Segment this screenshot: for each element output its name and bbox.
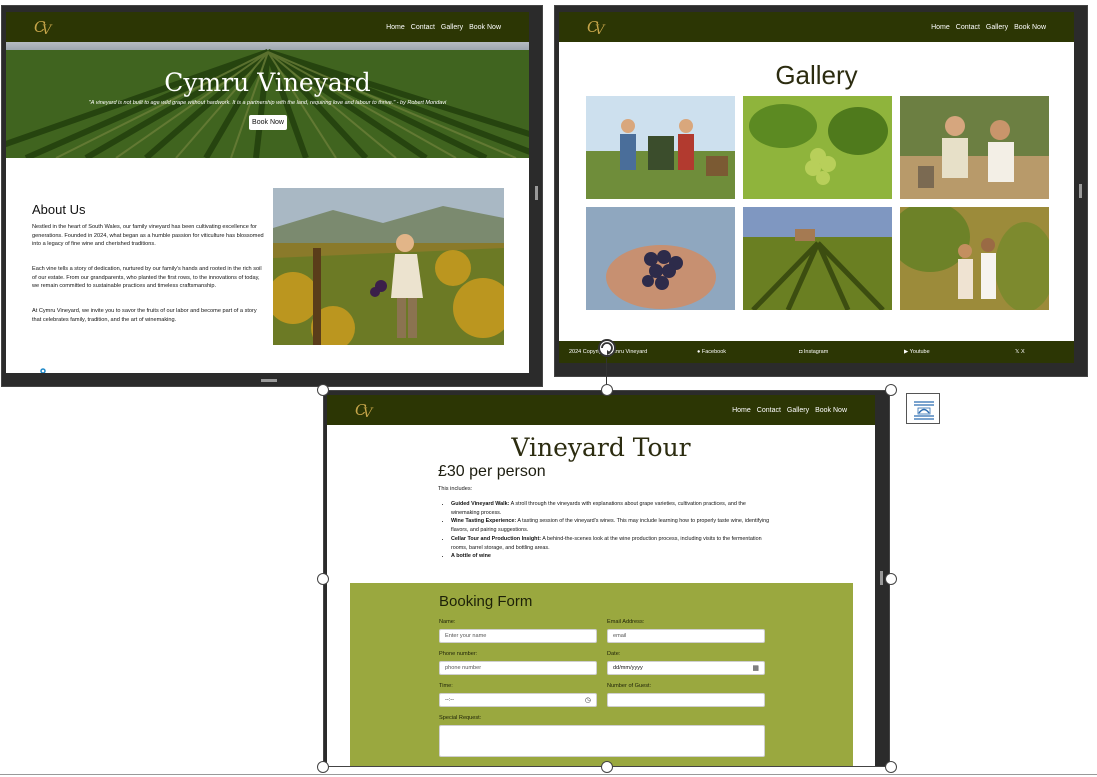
selection-handle-top-right[interactable] (885, 384, 897, 396)
home-page: C V Home Contact Gallery Book Now Cymru … (6, 12, 529, 373)
gallery-image-vineyard-rows[interactable] (743, 207, 892, 310)
tour-includes-list: Guided Vineyard Walk: A stroll through t… (451, 500, 771, 561)
selection-handle-bottom-center[interactable] (601, 761, 613, 773)
nav-book-now[interactable]: Book Now (815, 407, 847, 414)
hero-banner: Cymru Vineyard "A vineyard is not built … (6, 42, 529, 158)
includes-label: This includes: (438, 486, 473, 492)
gallery-page: C V Home Contact Gallery Book Now Galler… (559, 12, 1074, 363)
email-input[interactable]: email (607, 629, 765, 643)
tour-page: C V Home Contact Gallery Book Now Vineya… (327, 395, 875, 766)
navbar: C V Home Contact Gallery Book Now (327, 395, 875, 425)
selection-handle-top-left[interactable] (317, 384, 329, 396)
nav-gallery[interactable]: Gallery (441, 24, 463, 31)
logo-icon[interactable]: C V (353, 399, 377, 421)
nav-contact[interactable]: Contact (757, 407, 781, 414)
resize-handle-bottom[interactable] (261, 379, 277, 382)
guests-input[interactable] (607, 693, 765, 707)
list-item: Wine Tasting Experience: A tasting sessi… (451, 517, 771, 534)
about-paragraph-2: Each vine tells a story of dedication, n… (32, 266, 262, 290)
nav-links: Home Contact Gallery Book Now (931, 24, 1046, 31)
gallery-screenshot: C V Home Contact Gallery Book Now Galler… (554, 5, 1088, 377)
guests-label: Number of Guest: (607, 683, 652, 689)
special-request-textarea[interactable] (439, 725, 765, 757)
selection-handle-bottom-left[interactable] (317, 761, 329, 773)
booking-form: Booking Form Name: Enter your name Email… (350, 583, 853, 766)
nav-book-now[interactable]: Book Now (1014, 24, 1046, 31)
selection-handle-bottom-right[interactable] (885, 761, 897, 773)
date-input[interactable]: dd/mm/yyyy ▦ (607, 661, 765, 675)
nav-links: Home Contact Gallery Book Now (732, 407, 847, 414)
gallery-image-couple[interactable] (900, 207, 1049, 310)
about-paragraph-3: At Cymru Vineyard, we invite you to savo… (32, 308, 257, 323)
facebook-icon: ● (697, 349, 701, 355)
gallery-image-wine-tasting[interactable] (900, 96, 1049, 199)
text-wrap-icon (914, 401, 934, 420)
nav-gallery[interactable]: Gallery (787, 407, 809, 414)
nav-links: Home Contact Gallery Book Now (386, 24, 501, 31)
nav-home[interactable]: Home (732, 407, 751, 414)
tour-screenshot[interactable]: C V Home Contact Gallery Book Now Vineya… (323, 390, 890, 767)
svg-text:V: V (595, 23, 606, 38)
phone-input[interactable]: phone number (439, 661, 597, 675)
nav-home[interactable]: Home (386, 24, 405, 31)
list-item: A bottle of wine (451, 552, 771, 561)
navbar: C V Home Contact Gallery Book Now (6, 12, 529, 42)
time-input[interactable]: --:-- ◷ (439, 693, 597, 707)
selection-handle-middle-right[interactable] (885, 573, 897, 585)
special-request-label: Special Request: (439, 715, 482, 721)
gallery-image-harvest[interactable] (586, 96, 735, 199)
about-image (273, 188, 504, 345)
resize-handle-right[interactable] (535, 186, 538, 200)
name-label: Name: (439, 619, 456, 625)
nav-book-now[interactable]: Book Now (469, 24, 501, 31)
date-label: Date: (607, 651, 621, 657)
nav-home[interactable]: Home (931, 24, 950, 31)
list-item: Guided Vineyard Walk: A stroll through t… (451, 500, 771, 517)
gallery-title: Gallery (775, 60, 858, 90)
gallery-image-hands-grapes[interactable] (586, 207, 735, 310)
resize-handle-right[interactable] (880, 571, 883, 585)
gallery-image-grapes-vine[interactable] (743, 96, 892, 199)
logo-icon[interactable]: C V (585, 16, 609, 38)
nav-contact[interactable]: Contact (411, 24, 435, 31)
tour-price: £30 per person (438, 463, 546, 480)
hero-quote: "A vineyard is not built to age wild gra… (88, 100, 447, 106)
layout-options-button[interactable] (906, 393, 940, 424)
footer-youtube-link[interactable]: ▶ Youtube (904, 349, 930, 355)
svg-text:V: V (363, 406, 374, 421)
svg-text:V: V (42, 23, 53, 38)
footer-facebook-link[interactable]: ● Facebook (697, 349, 726, 355)
instagram-icon: ◘ (799, 349, 803, 355)
x-icon: 𝕏 (1015, 349, 1020, 355)
list-item: Cellar Tour and Production Insight: A be… (451, 535, 771, 552)
footer-x-link[interactable]: 𝕏 X (1015, 349, 1025, 355)
hero-title: Cymru Vineyard (164, 68, 371, 97)
about-paragraph-1: Nestled in the heart of South Wales, our… (32, 224, 264, 248)
resize-handle-right[interactable] (1079, 184, 1082, 198)
time-label: Time: (439, 683, 453, 689)
logo-icon[interactable]: C V (32, 16, 56, 38)
nav-gallery[interactable]: Gallery (986, 24, 1008, 31)
anchor-icon[interactable] (35, 368, 51, 373)
youtube-icon: ▶ (904, 349, 909, 355)
clock-icon[interactable]: ◷ (585, 696, 591, 704)
selection-handle-middle-left[interactable] (317, 573, 329, 585)
calendar-icon[interactable]: ▦ (752, 664, 759, 672)
footer: 2024 Copyright Cymru Vineyard ● Facebook… (559, 341, 1074, 363)
phone-label: Phone number: (439, 651, 478, 657)
name-input[interactable]: Enter your name (439, 629, 597, 643)
nav-contact[interactable]: Contact (956, 24, 980, 31)
page-bottom-rule (0, 774, 1097, 775)
booking-form-title: Booking Form (439, 593, 533, 610)
navbar: C V Home Contact Gallery Book Now (559, 12, 1074, 42)
about-title: About Us (32, 202, 86, 217)
selection-handle-top-center[interactable] (601, 384, 613, 396)
hero-book-now-button[interactable]: Book Now (249, 115, 287, 130)
tour-title: Vineyard Tour (511, 433, 691, 462)
rotate-handle-icon[interactable] (596, 337, 618, 359)
footer-instagram-link[interactable]: ◘ Instagram (799, 349, 828, 355)
home-screenshot: C V Home Contact Gallery Book Now Cymru … (1, 5, 543, 387)
email-label: Email Address: (607, 619, 645, 625)
